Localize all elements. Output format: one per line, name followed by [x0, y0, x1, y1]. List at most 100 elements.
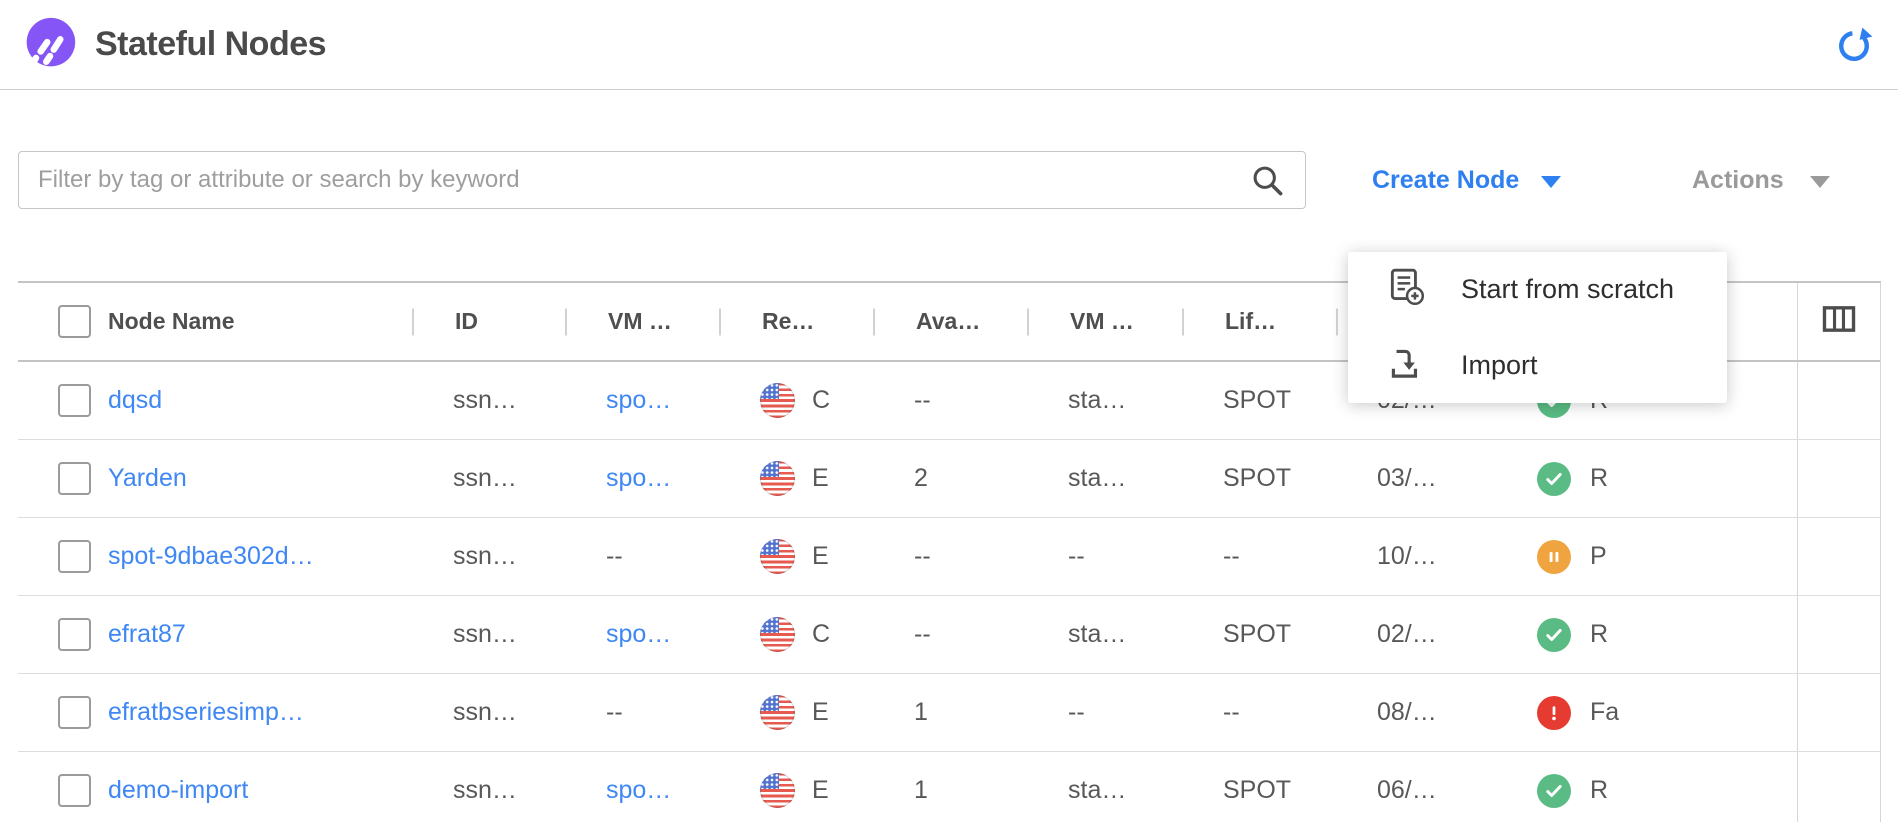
region-cell: E: [719, 440, 873, 517]
row-end-cell: [1797, 440, 1880, 517]
menu-item-import[interactable]: Import: [1348, 328, 1727, 404]
region-value: E: [812, 776, 829, 805]
region-cell: E: [719, 674, 873, 751]
lifecycle-cell: --: [1182, 674, 1336, 751]
vm-size-cell: sta…: [1027, 752, 1182, 822]
node-name-cell: spot-9dbae302d…: [95, 518, 412, 595]
region-cell: C: [719, 362, 873, 439]
row-end-cell: [1797, 596, 1880, 673]
vm-config-link[interactable]: spo…: [565, 440, 719, 517]
region-value: C: [812, 620, 830, 649]
created-cell: 02/…: [1336, 596, 1490, 673]
filter-input[interactable]: [18, 151, 1306, 209]
row-select-cell: [18, 362, 95, 439]
created-cell: 06/…: [1336, 752, 1490, 822]
check-circle-icon: [1537, 618, 1571, 652]
row-checkbox[interactable]: [58, 384, 91, 417]
node-name-link[interactable]: Yarden: [108, 464, 187, 493]
refresh-button[interactable]: [1834, 26, 1874, 66]
status-cell: P: [1490, 518, 1797, 595]
vm-size-cell: sta…: [1027, 596, 1182, 673]
created-cell: 08/…: [1336, 674, 1490, 751]
page-title: Stateful Nodes: [95, 0, 326, 89]
node-name-link[interactable]: dqsd: [108, 386, 162, 415]
node-name-cell: efratbseriesimp…: [95, 674, 412, 751]
region-cell: C: [719, 596, 873, 673]
refresh-icon: [1834, 54, 1874, 69]
lifecycle-cell: SPOT: [1182, 440, 1336, 517]
column-header-vm-size[interactable]: VM …: [1027, 283, 1182, 360]
import-download-icon: [1385, 342, 1427, 389]
node-name-link[interactable]: efratbseriesimp…: [108, 698, 304, 727]
select-all-checkbox[interactable]: [58, 305, 91, 338]
actions-button[interactable]: Actions: [1692, 151, 1830, 209]
chevron-down-icon: [1810, 176, 1830, 188]
row-checkbox[interactable]: [58, 462, 91, 495]
vm-size-cell: sta…: [1027, 440, 1182, 517]
column-header-lifecycle[interactable]: Lif…: [1182, 283, 1336, 360]
document-add-icon: [1385, 266, 1427, 313]
availability-cell: 2: [873, 440, 1027, 517]
column-picker-button[interactable]: [1797, 283, 1880, 360]
region-value: E: [812, 542, 829, 571]
row-end-cell: [1797, 752, 1880, 822]
vm-config-cell: --: [565, 674, 719, 751]
row-checkbox[interactable]: [58, 618, 91, 651]
check-circle-icon: [1537, 462, 1571, 496]
node-name-link[interactable]: efrat87: [108, 620, 186, 649]
chevron-down-icon: [1541, 176, 1561, 188]
lifecycle-cell: --: [1182, 518, 1336, 595]
vm-config-link[interactable]: spo…: [565, 596, 719, 673]
region-cell: E: [719, 752, 873, 822]
column-picker-icon: [1820, 300, 1858, 344]
row-checkbox[interactable]: [58, 774, 91, 807]
us-flag-icon: [760, 773, 795, 808]
row-end-cell: [1797, 674, 1880, 751]
availability-cell: 1: [873, 752, 1027, 822]
node-name-link[interactable]: spot-9dbae302d…: [108, 542, 314, 571]
lifecycle-cell: SPOT: [1182, 362, 1336, 439]
row-select-cell: [18, 440, 95, 517]
availability-cell: --: [873, 362, 1027, 439]
column-header-region[interactable]: Re…: [719, 283, 873, 360]
status-cell: R: [1490, 752, 1797, 822]
column-header-vm-config[interactable]: VM …: [565, 283, 719, 360]
vm-config-cell: --: [565, 518, 719, 595]
search-icon: [1250, 163, 1284, 197]
row-end-cell: [1797, 518, 1880, 595]
vm-config-link[interactable]: spo…: [565, 752, 719, 822]
row-end-cell: [1797, 362, 1880, 439]
actions-label: Actions: [1692, 166, 1784, 195]
lifecycle-cell: SPOT: [1182, 596, 1336, 673]
status-cell: R: [1490, 440, 1797, 517]
availability-cell: --: [873, 596, 1027, 673]
menu-item-start-from-scratch[interactable]: Start from scratch: [1348, 252, 1727, 328]
spot-logo-icon: [22, 16, 78, 72]
node-name-link[interactable]: demo-import: [108, 776, 248, 805]
us-flag-icon: [760, 461, 795, 496]
table-row: efratbseriesimp… ssn… -- E 1 -- -- 08/… …: [18, 674, 1880, 752]
status-cell: R: [1490, 596, 1797, 673]
region-value: E: [812, 698, 829, 727]
row-select-cell: [18, 596, 95, 673]
column-header-id[interactable]: ID: [412, 283, 565, 360]
row-select-cell: [18, 752, 95, 822]
column-header-availability[interactable]: Ava…: [873, 283, 1027, 360]
status-label: R: [1590, 776, 1608, 805]
availability-cell: --: [873, 518, 1027, 595]
filter-box: [18, 151, 1306, 209]
column-header-node-name[interactable]: Node Name: [95, 283, 412, 360]
node-id-cell: ssn…: [412, 362, 565, 439]
vm-config-link[interactable]: spo…: [565, 362, 719, 439]
row-checkbox[interactable]: [58, 540, 91, 573]
lifecycle-cell: SPOT: [1182, 752, 1336, 822]
status-label: P: [1590, 542, 1607, 571]
create-node-button[interactable]: Create Node: [1372, 151, 1561, 209]
row-checkbox[interactable]: [58, 696, 91, 729]
created-cell: 03/…: [1336, 440, 1490, 517]
region-value: C: [812, 386, 830, 415]
status-cell: Fa: [1490, 674, 1797, 751]
node-name-cell: efrat87: [95, 596, 412, 673]
node-id-cell: ssn…: [412, 518, 565, 595]
row-select-cell: [18, 674, 95, 751]
